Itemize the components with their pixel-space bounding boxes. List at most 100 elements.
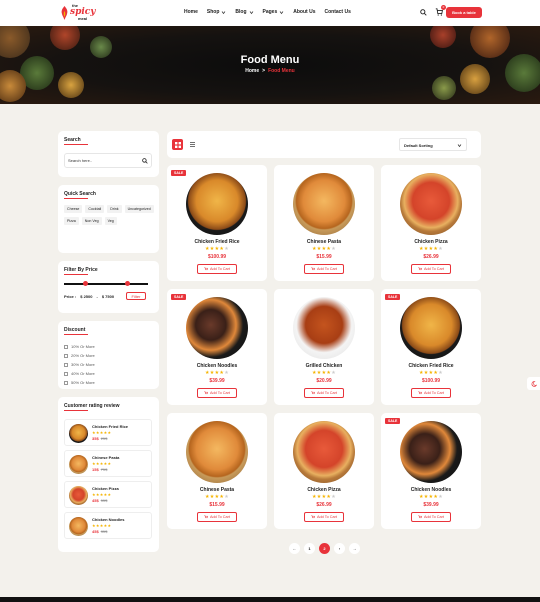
search-icon[interactable] [142,158,148,164]
price-min-handle[interactable] [82,281,88,286]
star-rating: ★★★★★ [274,246,374,252]
checkbox[interactable] [64,362,68,367]
add-to-cart-button[interactable]: Add To Cart [411,512,451,522]
nav-item-home[interactable]: Home [184,9,198,15]
add-to-cart-button[interactable]: Add To Cart [304,512,344,522]
tag-non-veg[interactable]: Non Veg [81,217,102,225]
price-filter-widget: Filter By Price Price : $ 2500 - $ 7500 … [58,261,159,313]
discount-option[interactable]: 40% Or More [64,371,95,376]
add-to-cart-button[interactable]: Add To Cart [197,388,237,398]
discount-option[interactable]: 10% Or More [64,344,95,349]
checkbox[interactable] [64,344,68,349]
star-icon: ★ [224,494,229,500]
product-name[interactable]: Chinese Pasta [167,487,267,493]
tag-uncategorized[interactable]: Uncategorized [124,205,154,213]
checkbox[interactable] [64,380,68,385]
page-2-button[interactable]: 2 [319,543,330,554]
add-to-cart-button[interactable]: Add To Cart [197,264,237,274]
tag-drink[interactable]: Drink [107,205,122,213]
product-name[interactable]: Chicken Pizza [381,239,481,245]
nav-item-shop[interactable]: Shop [207,9,227,15]
discount-option[interactable]: 50% Or More [64,380,95,385]
add-to-cart-button[interactable]: Add To Cart [411,388,451,398]
price-label: Price : [64,294,77,299]
price-range-slider[interactable] [64,281,148,286]
product-card[interactable]: SALE Chicken Fried Rice ★★★★★ $100.99 Add To… [381,289,481,405]
product-card[interactable]: Chinese Pasta ★★★★★ $15.99 Add To Cart [274,165,374,281]
add-to-cart-button[interactable]: Add To Cart [197,512,237,522]
nav-item-about-us[interactable]: About Us [293,9,315,15]
tag-cocktail[interactable]: Cocktail [85,205,105,213]
next-page-chevron-button[interactable]: › [334,543,345,554]
product-image[interactable] [293,421,355,483]
product-name[interactable]: Grilled Chicken [274,363,374,369]
rating-review-item[interactable]: Chicken Fried Rice ★★★★★ 35$ 25$ [64,419,152,446]
add-to-cart-button[interactable]: Add To Cart [304,388,344,398]
book-table-button[interactable]: Book a table [446,7,482,18]
nav-item-blog[interactable]: Blog [235,9,253,15]
tag-veg[interactable]: Veg [104,217,117,225]
cart-icon [311,391,315,395]
price-dash: - [96,294,98,299]
discount-option[interactable]: 30% Or More [64,362,95,367]
checkbox[interactable] [64,353,68,358]
cart-button[interactable]: 0 [435,5,446,16]
page-1-button[interactable]: 1 [304,543,315,554]
price-old: 25$ [100,436,108,441]
product-image[interactable] [400,421,462,483]
rating-review-item[interactable]: Chicken Noodles ★★★★★ 45$ 35$ [64,512,152,539]
footer-bar [0,597,540,602]
product-name[interactable]: Chicken Fried Rice [167,239,267,245]
checkbox[interactable] [64,371,68,376]
product-image[interactable] [186,173,248,235]
add-to-cart-button[interactable]: Add To Cart [304,264,344,274]
product-image[interactable] [400,173,462,235]
rating-review-item[interactable]: Chicken Pizza ★★★★★ 45$ 55$ [64,481,152,508]
product-card[interactable]: SALE Chicken Noodles ★★★★★ $39.99 Add To Car… [167,289,267,405]
chevron-down-icon [457,144,462,148]
tag-cheese[interactable]: Cheese [64,205,83,213]
cart-icon [311,267,315,271]
add-to-cart-button[interactable]: Add To Cart [411,264,451,274]
nav-item-label: Home [184,9,198,15]
grid-view-button[interactable] [172,139,183,150]
product-card[interactable]: SALE Chicken Noodles ★★★★★ $39.99 Add To Car… [381,413,481,529]
search-input[interactable]: Search here.. [64,153,152,168]
filter-button[interactable]: Filter [126,292,146,300]
nav-item-pages[interactable]: Pages [263,9,285,15]
next-page-button[interactable]: → [349,543,360,554]
shop-toolbar: Default Sorting [167,131,481,158]
sort-select[interactable]: Default Sorting [399,138,467,151]
star-rating: ★★★★★ [92,492,112,497]
product-image[interactable] [293,297,355,359]
product-card[interactable]: Chinese Pasta ★★★★★ $15.99 Add To Cart [167,413,267,529]
product-image[interactable] [186,421,248,483]
star-rating: ★★★★★ [381,370,481,376]
nav-item-contact-us[interactable]: Contact Us [324,9,350,15]
logo[interactable]: the spicy meal [58,3,98,23]
rating-review-item[interactable]: Chinese Pasta ★★★★★ 15$ 75$ [64,450,152,477]
tag-pizza[interactable]: Pizza [64,217,79,225]
list-view-button[interactable] [187,139,198,150]
product-card[interactable]: Grilled Chicken ★★★★★ $20.99 Add To Cart [274,289,374,405]
product-name[interactable]: Chicken Noodles [167,363,267,369]
discount-option[interactable]: 20% Or More [64,353,95,358]
price-max-handle[interactable] [124,281,130,286]
product-name[interactable]: Chicken Noodles [381,487,481,493]
prev-page-button[interactable]: ← [289,543,300,554]
sale-badge: SALE [171,294,187,300]
product-card[interactable]: Chicken Pizza ★★★★★ $26.99 Add To Cart [274,413,374,529]
product-name[interactable]: Chicken Fried Rice [381,363,481,369]
product-image[interactable] [400,297,462,359]
product-image[interactable] [186,297,248,359]
breadcrumb-home-link[interactable]: Home [245,68,259,74]
search-icon[interactable] [420,8,427,16]
star-rating: ★★★★★ [381,246,481,252]
theme-toggle-button[interactable] [527,377,540,390]
product-card[interactable]: SALE Chicken Fried Rice ★★★★★ $100.99 Add To… [167,165,267,281]
product-card[interactable]: Chicken Pizza ★★★★★ $26.99 Add To Cart [381,165,481,281]
product-name[interactable]: Chicken Pizza [274,487,374,493]
product-image[interactable] [293,173,355,235]
food-thumbnail [69,455,88,474]
product-name[interactable]: Chinese Pasta [274,239,374,245]
